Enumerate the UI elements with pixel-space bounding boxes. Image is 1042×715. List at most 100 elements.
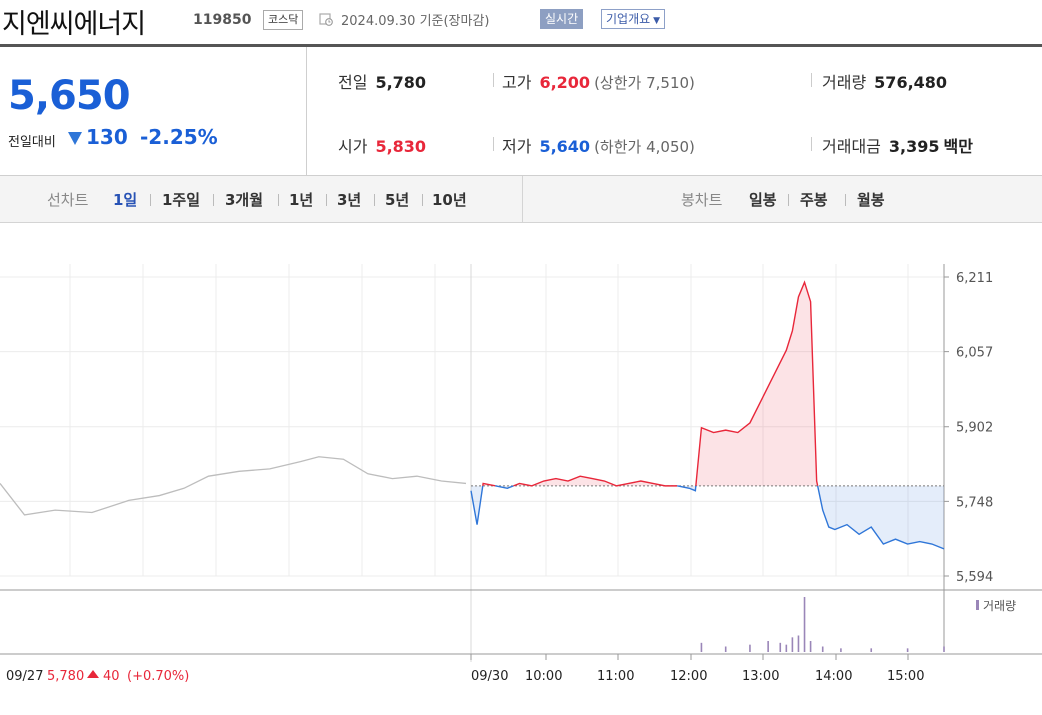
upper-limit: (상한가 7,510) — [594, 74, 695, 92]
low-label: 저가 — [502, 137, 532, 156]
volume-bar — [803, 597, 806, 652]
prev-day-label: 09/27 — [6, 669, 43, 684]
volume: 거래량 576,480 — [822, 69, 947, 93]
tab-separator — [213, 194, 214, 206]
tab-1year[interactable]: 1년 — [289, 189, 313, 210]
up-area — [513, 476, 678, 486]
lower-limit: (하한가 4,050) — [594, 138, 695, 156]
y-tick-label: 6,057 — [956, 346, 993, 361]
price-summary: 5,650 전일대비 130 -2.25% 전일 5,780 고가 6,200 (상한… — [0, 47, 1042, 176]
volume-bar — [809, 641, 812, 652]
stock-name: 지엔씨에너지 — [2, 9, 146, 40]
line-chart-label: 선차트 — [47, 191, 89, 209]
tab-separator — [374, 194, 375, 206]
market-badge: 코스닥 — [263, 10, 304, 30]
tab-separator — [845, 194, 846, 206]
down-area — [471, 485, 483, 525]
open-label: 시가 — [338, 137, 368, 156]
x-tick-label: 12:00 — [670, 669, 707, 684]
candle-chart-label: 봉차트 — [681, 191, 723, 209]
y-tick-label: 5,902 — [956, 421, 993, 436]
x-tick-label: 11:00 — [597, 669, 634, 684]
open-value: 5,830 — [375, 137, 427, 156]
x-axis: 09/30 10:00 11:00 12:00 13:00 14:00 15:00 — [470, 654, 924, 684]
low-price: 저가 5,640 (하한가 4,050) — [502, 133, 695, 157]
volume-bar — [791, 637, 794, 652]
tab-daily-candle[interactable]: 일봉 — [749, 189, 777, 210]
chart-tabs: 선차트 1일 1주일 3개월 1년 3년 5년 10년 봉차트 일봉 주봉 월봉 — [0, 176, 1042, 223]
stock-header: 지엔씨에너지 119850 코스닥 2024.09.30 기준(장마감) 실시간… — [0, 0, 1042, 44]
tab-1week[interactable]: 1주일 — [162, 189, 200, 210]
volume-bar — [840, 648, 842, 652]
current-price: 5,650 — [8, 73, 131, 119]
volume-legend-label: 거래량 — [983, 599, 1016, 613]
amount-value: 3,395 — [888, 137, 940, 156]
x-tick-label: 10:00 — [525, 669, 562, 684]
y-axis: 5,594 5,748 5,902 6,057 6,211 — [944, 271, 993, 585]
y-tick-label: 5,748 — [956, 495, 993, 510]
volume-bar — [785, 644, 788, 652]
prev-close-label: 전일 — [338, 73, 368, 92]
tab-separator — [788, 194, 789, 206]
tab-monthly-candle[interactable]: 월봉 — [857, 189, 885, 210]
x-tick-label: 15:00 — [887, 669, 924, 684]
trade-amount: 거래대금 3,395 백만 — [822, 133, 973, 157]
high-price: 고가 6,200 (상한가 7,510) — [502, 69, 695, 93]
volume-legend-swatch — [976, 600, 979, 610]
tab-weekly-candle[interactable]: 주봉 — [800, 189, 828, 210]
stock-code: 119850 — [193, 12, 252, 28]
y-tick-label: 5,594 — [956, 570, 993, 585]
tab-1day[interactable]: 1일 — [113, 189, 137, 210]
high-value: 6,200 — [539, 73, 591, 92]
prev-day-pct: (+0.70%) — [127, 669, 189, 684]
volume-panel — [700, 597, 945, 652]
diff-value: 130 — [86, 125, 128, 149]
prev-close: 전일 5,780 — [338, 69, 426, 93]
volume-label: 거래량 — [822, 73, 867, 92]
cell-separator — [811, 73, 812, 87]
base-date: 2024.09.30 기준(장마감) — [341, 14, 490, 29]
volume-bar — [906, 648, 909, 652]
volume-bar — [797, 635, 800, 652]
cell-separator — [811, 137, 812, 151]
volume-bar — [749, 644, 751, 652]
up-area — [695, 282, 818, 486]
x-tick-label: 09/30 — [471, 669, 508, 684]
volume-bar — [700, 642, 703, 652]
x-tick-label: 14:00 — [815, 669, 852, 684]
current-price-panel: 5,650 전일대비 130 -2.25% — [0, 47, 307, 175]
prev-day-change: 40 — [103, 669, 120, 684]
open-price: 시가 5,830 — [338, 133, 426, 157]
realtime-button[interactable]: 실시간 — [540, 9, 584, 29]
down-arrow-icon — [68, 132, 82, 145]
volume-value: 576,480 — [874, 73, 948, 92]
volume-bar — [724, 646, 727, 652]
volume-bar — [943, 646, 945, 652]
chevron-down-icon: ▼ — [653, 16, 661, 26]
tab-3year[interactable]: 3년 — [337, 189, 361, 210]
prev-day-close: 5,780 — [47, 669, 84, 684]
tab-5year[interactable]: 5년 — [385, 189, 409, 210]
cell-separator — [493, 137, 494, 151]
diff-label: 전일대비 — [8, 135, 56, 150]
volume-bar — [767, 641, 769, 652]
tab-3month[interactable]: 3개월 — [225, 189, 263, 210]
tabs-divider — [522, 176, 523, 222]
corp-info-label: 기업개요 — [606, 12, 651, 26]
chart-grid — [0, 264, 1042, 662]
tab-separator — [326, 194, 327, 206]
volume-bar — [779, 642, 782, 652]
x-tick-label: 13:00 — [742, 669, 779, 684]
high-label: 고가 — [502, 73, 532, 92]
volume-bar — [870, 648, 873, 652]
volume-bar — [821, 646, 824, 652]
intraday-chart: 5,594 5,748 5,902 6,057 6,211 09/30 10:00 11:0… — [0, 264, 1042, 684]
corp-info-dropdown[interactable]: 기업개요 ▼ — [601, 9, 666, 29]
cell-separator — [493, 73, 494, 87]
tab-10year[interactable]: 10년 — [432, 189, 467, 210]
low-value: 5,640 — [539, 137, 591, 156]
diff-percent: -2.25% — [140, 125, 218, 149]
up-triangle-icon — [87, 670, 99, 678]
chart-areas — [471, 282, 944, 549]
tab-separator — [150, 194, 151, 206]
